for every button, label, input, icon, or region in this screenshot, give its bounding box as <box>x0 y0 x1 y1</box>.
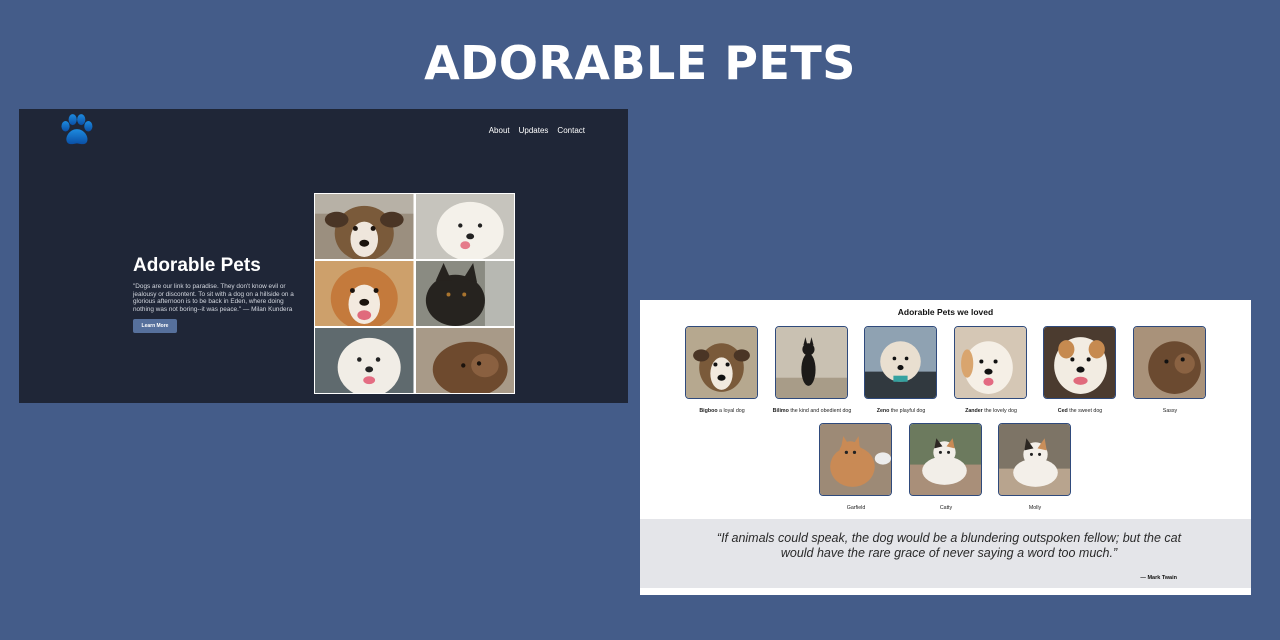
dog-photo <box>315 194 414 259</box>
dog-photo <box>315 328 414 393</box>
dog-photo <box>415 328 514 393</box>
nav-updates[interactable]: Updates <box>519 126 549 135</box>
pet-photo <box>954 326 1027 399</box>
pet-caption: Molly <box>1028 505 1042 511</box>
quote-author: — Mark Twain <box>1140 575 1177 581</box>
photo-grid <box>314 193 515 394</box>
top-nav: About Updates Contact <box>489 126 585 135</box>
hero-title: Adorable Pets <box>133 255 261 276</box>
pet-photo <box>775 326 848 399</box>
twain-quote: “If animals could speak, the dog would b… <box>716 531 1182 560</box>
pet-photo <box>819 423 892 496</box>
gallery-screenshot: Adorable Pets we loved Bigboo a loyal do… <box>640 300 1251 595</box>
pet-photo <box>1133 326 1206 399</box>
gallery-title: Adorable Pets we loved <box>897 307 994 317</box>
quote-section: “If animals could speak, the dog would b… <box>640 519 1251 588</box>
pet-photo <box>909 423 982 496</box>
banner-title: ADORABLE PETS <box>424 36 856 90</box>
pet-photo <box>685 326 758 399</box>
nav-contact[interactable]: Contact <box>557 126 585 135</box>
pet-photo <box>998 423 1071 496</box>
dog-photo <box>415 194 514 259</box>
pet-photo <box>864 326 937 399</box>
hero-screenshot: About Updates Contact Adorable Pets "Dog… <box>19 109 628 403</box>
hero-quote: "Dogs are our link to paradise. They don… <box>133 283 294 313</box>
dog-photo <box>415 261 514 326</box>
nav-about[interactable]: About <box>489 126 510 135</box>
learn-more-button[interactable]: Learn More <box>133 319 177 333</box>
paw-icon[interactable] <box>57 111 95 151</box>
pet-photo <box>1043 326 1116 399</box>
dog-photo <box>315 261 414 326</box>
pet-caption: Sassy <box>1162 408 1178 414</box>
